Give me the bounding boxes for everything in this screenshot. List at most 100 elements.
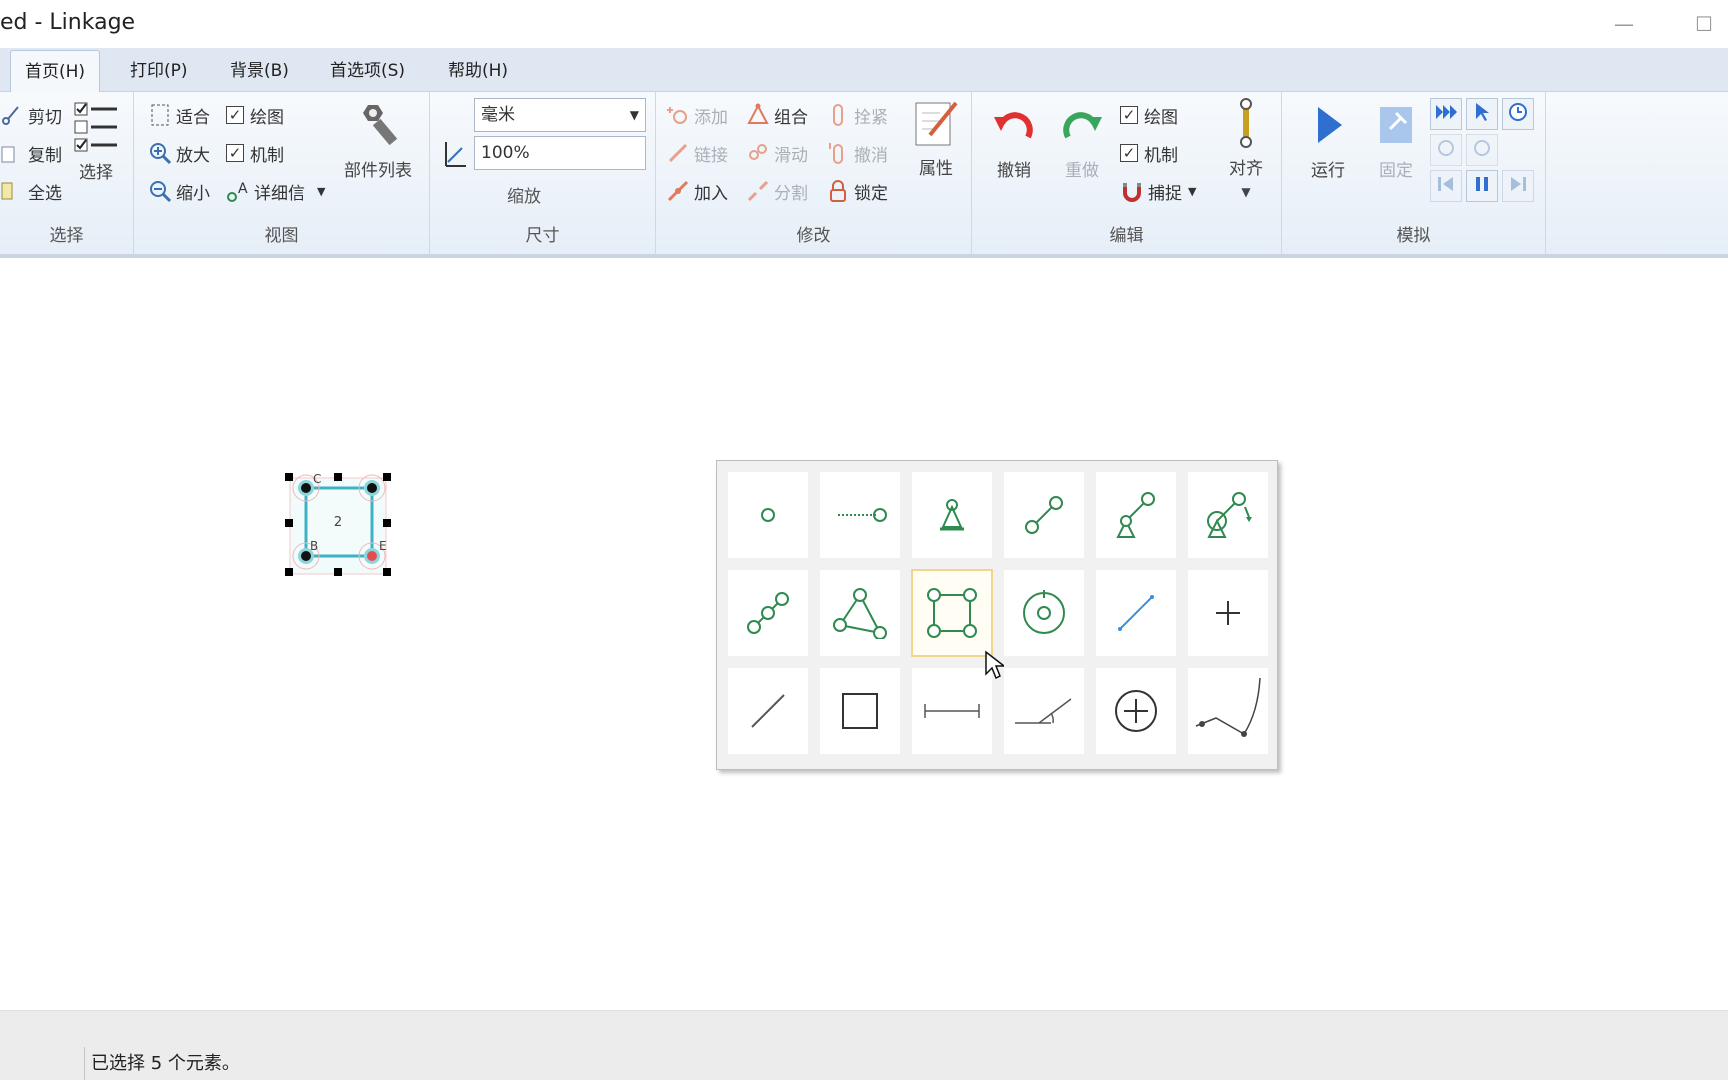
pin-button[interactable]: 固定 [1372, 100, 1420, 181]
paperclip-icon [826, 103, 850, 127]
join-icon [666, 179, 690, 203]
step-forward-button[interactable] [1502, 170, 1534, 202]
anchor-slider-icon [838, 508, 887, 522]
add-button[interactable]: 添加 [666, 100, 728, 130]
select-all-label: 全选 [28, 183, 62, 204]
undo-arrow-icon [990, 100, 1038, 150]
zoom-out-button[interactable]: 缩小 [148, 176, 210, 206]
run-label: 运行 [1311, 161, 1345, 181]
step-back-button[interactable] [1430, 170, 1462, 202]
palette-connector[interactable] [727, 471, 809, 559]
pause-button[interactable] [1466, 170, 1498, 202]
split-button[interactable]: 分割 [746, 176, 808, 206]
link-button[interactable]: 链接 [666, 138, 728, 168]
snap-dropdown[interactable]: 捕捉 ▼ [1120, 176, 1196, 206]
palette-link[interactable] [1003, 471, 1085, 559]
tab-preferences[interactable]: 首选项(S) [316, 50, 419, 92]
edit-drawing-label: 绘图 [1144, 107, 1178, 128]
units-value: 毫米 [481, 105, 515, 125]
view-drawing-checkbox[interactable]: ✓ 绘图 [226, 100, 284, 130]
snap-label: 捕捉 [1148, 183, 1182, 204]
align-button[interactable]: 对齐 ▼ [1222, 98, 1270, 199]
select-button[interactable]: 选择 [72, 100, 120, 183]
rotate-right-button[interactable] [1466, 134, 1498, 166]
fit-button[interactable]: 适合 [148, 100, 210, 130]
drawing-line-icon [751, 694, 785, 728]
rotate-left-button[interactable] [1430, 134, 1462, 166]
palette-drawing-line[interactable] [727, 667, 809, 755]
drawing-canvas[interactable]: 2 C B E [0, 262, 1728, 1010]
palette-gear[interactable] [1003, 569, 1085, 657]
ribbon-tab-bar: 首页(H) 打印(P) 背景(B) 首选项(S) 帮助(H) [0, 48, 1728, 92]
palette-line[interactable] [1095, 569, 1177, 657]
copy-button[interactable]: 复制 [0, 138, 62, 168]
maximize-button[interactable]: ☐ [1684, 8, 1724, 40]
scissors-icon [0, 103, 24, 127]
status-bar: 已选择 5 个元素。 [0, 1010, 1728, 1080]
rotate-right-icon [1471, 137, 1493, 163]
tab-print[interactable]: 打印(P) [116, 50, 202, 92]
units-select[interactable]: 毫米 ▼ [474, 98, 646, 132]
add-point-icon [666, 103, 690, 127]
zoom-in-button[interactable]: 放大 [148, 138, 210, 168]
palette-angle-measure[interactable] [1003, 667, 1085, 755]
tab-home[interactable]: 首页(H) [10, 50, 101, 92]
palette-square-link[interactable] [911, 569, 993, 657]
pin-label: 固定 [1379, 161, 1413, 181]
palette-anchored-link[interactable] [1095, 471, 1177, 559]
join-button[interactable]: 加入 [666, 176, 728, 206]
palette-double-link[interactable] [727, 569, 809, 657]
palette-circle-point[interactable] [1095, 667, 1177, 755]
rotate-left-icon [1435, 137, 1457, 163]
scale-label: 缩放 [507, 187, 541, 207]
fast-forward-button[interactable] [1430, 98, 1462, 130]
anchored-link-icon [1116, 492, 1155, 538]
edit-drawing-checkbox[interactable]: ✓ 绘图 [1120, 100, 1178, 130]
insert-palette [716, 460, 1278, 770]
redo-button[interactable]: 重做 [1058, 100, 1106, 181]
group-select: 剪切 复制 全选 选择 选择 [0, 92, 134, 254]
palette-curve[interactable] [1187, 667, 1269, 755]
palette-measurement[interactable] [911, 667, 993, 755]
details-dropdown[interactable]: A 详细信 ▼ [226, 176, 325, 206]
connector-c-label: C [313, 472, 321, 486]
redo-label: 重做 [1065, 161, 1099, 181]
select-all-button[interactable]: 全选 [0, 176, 62, 206]
run-button[interactable]: 运行 [1304, 100, 1352, 181]
selected-square-link[interactable]: 2 C B E [280, 468, 400, 588]
properties-button[interactable]: 属性 [912, 98, 960, 179]
minimize-button[interactable]: — [1604, 8, 1644, 40]
palette-point[interactable] [1187, 569, 1269, 657]
pointer-button[interactable] [1466, 98, 1498, 130]
details-icon: A [226, 179, 250, 203]
curve-icon [1195, 677, 1261, 737]
palette-anchored-slider[interactable] [819, 471, 901, 559]
slide-button[interactable]: 滑动 [746, 138, 808, 168]
view-mechanism-checkbox[interactable]: ✓ 机制 [226, 138, 284, 168]
pin-icon [1372, 100, 1420, 150]
palette-rectangle[interactable] [819, 667, 901, 755]
cut-button[interactable]: 剪切 [0, 100, 62, 130]
unfasten-button[interactable]: 撤消 [826, 138, 888, 168]
lock-button[interactable]: 锁定 [826, 176, 888, 206]
combine-icon [746, 103, 770, 127]
scale-input[interactable]: 100% [474, 136, 646, 170]
tab-help[interactable]: 帮助(H) [434, 50, 522, 92]
link-icon [666, 141, 690, 165]
palette-anchor[interactable] [911, 471, 993, 559]
palette-triangle-link[interactable] [819, 569, 901, 657]
undo-button[interactable]: 撤销 [990, 100, 1038, 181]
edit-mechanism-checkbox[interactable]: ✓ 机制 [1120, 138, 1178, 168]
fasten-button[interactable]: 拴紧 [826, 100, 888, 130]
dropdown-arrow-icon: ▼ [1241, 185, 1251, 199]
timer-button[interactable] [1502, 98, 1534, 130]
tab-background[interactable]: 背景(B) [216, 50, 303, 92]
select-all-icon [0, 179, 24, 203]
unfasten-icon [826, 141, 850, 165]
palette-motor-link[interactable] [1187, 471, 1269, 559]
combine-button[interactable]: 组合 [746, 100, 808, 130]
dropdown-arrow-icon: ▼ [629, 108, 639, 122]
status-pane-left [0, 1047, 84, 1080]
link-id-label: 2 [334, 515, 342, 530]
parts-list-button[interactable]: 部件列表 [344, 100, 412, 181]
